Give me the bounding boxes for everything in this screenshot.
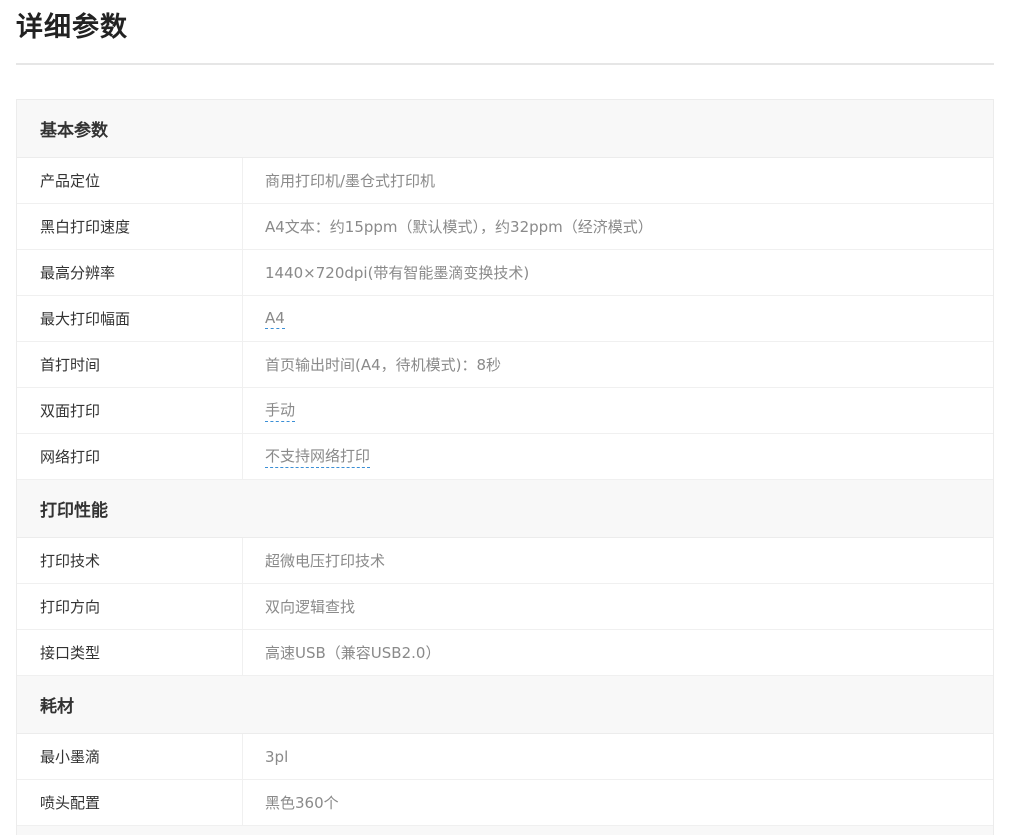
spec-value: 首页输出时间(A4，待机模式)：8秒 [265,356,502,374]
next-section-header [17,826,993,835]
spec-value: 高速USB（兼容USB2.0） [265,644,441,662]
spec-value: 超微电压打印技术 [265,552,386,570]
spec-value-link[interactable]: A4 [265,309,285,329]
page-title: 详细参数 [16,12,128,43]
spec-row: 打印方向 双向逻辑查找 [17,584,993,630]
spec-label: 黑白打印速度 [17,204,243,249]
spec-label: 打印技术 [17,538,243,583]
spec-row: 最高分辨率 1440×720dpi(带有智能墨滴变换技术) [17,250,993,296]
spec-row: 黑白打印速度 A4文本：约15ppm（默认模式），约32ppm（经济模式） [17,204,993,250]
spec-value: A4 [243,296,993,341]
spec-label: 首打时间 [17,342,243,387]
spec-row: 喷头配置 黑色360个 [17,780,993,826]
spec-label: 喷头配置 [17,780,243,825]
spec-label: 最高分辨率 [17,250,243,295]
spec-row: 最小墨滴 3pl [17,734,993,780]
spec-label: 接口类型 [17,630,243,675]
spec-value-link[interactable]: 手动 [265,399,296,422]
spec-row: 首打时间 首页输出时间(A4，待机模式)：8秒 [17,342,993,388]
spec-label: 产品定位 [17,158,243,203]
spec-value: 手动 [243,388,993,433]
spec-row: 接口类型 高速USB（兼容USB2.0） [17,630,993,676]
spec-row: 网络打印 不支持网络打印 [17,434,993,480]
spec-value: 3pl [265,747,289,766]
spec-row: 打印技术 超微电压打印技术 [17,538,993,584]
spec-value: 商用打印机/墨仓式打印机 [265,172,436,190]
section-header-print-performance: 打印性能 [17,480,993,538]
spec-value: 黑色360个 [265,794,339,812]
spec-value: 不支持网络打印 [243,434,993,479]
spec-value: 1440×720dpi(带有智能墨滴变换技术) [265,264,530,282]
title-divider [16,63,994,65]
spec-value: 双向逻辑查找 [265,598,356,616]
section-header-basic: 基本参数 [17,100,993,158]
spec-row: 产品定位 商用打印机/墨仓式打印机 [17,158,993,204]
spec-label: 双面打印 [17,388,243,433]
spec-value-link[interactable]: 不支持网络打印 [265,445,371,468]
spec-label: 打印方向 [17,584,243,629]
spec-table: 基本参数 产品定位 商用打印机/墨仓式打印机 黑白打印速度 A4文本：约15pp… [16,99,994,835]
spec-value: A4文本：约15ppm（默认模式），约32ppm（经济模式） [265,218,653,236]
section-header-consumables: 耗材 [17,676,993,734]
spec-row: 双面打印 手动 [17,388,993,434]
spec-label: 最小墨滴 [17,734,243,779]
spec-label: 最大打印幅面 [17,296,243,341]
spec-row: 最大打印幅面 A4 [17,296,993,342]
spec-label: 网络打印 [17,434,243,479]
